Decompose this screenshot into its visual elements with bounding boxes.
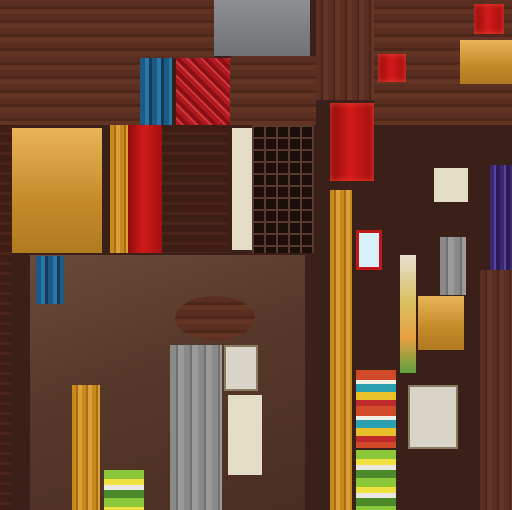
brown-panel-left-column — [0, 125, 12, 510]
tag-card-right — [434, 168, 468, 202]
amber-window-panel — [12, 128, 102, 253]
red-lamp-square-1 — [474, 4, 504, 34]
red-curtain — [128, 125, 162, 253]
gold-wood-column — [110, 125, 128, 253]
wood-column-top — [316, 0, 374, 100]
light-panel-blue — [356, 230, 382, 270]
cream-note-sign — [228, 395, 262, 475]
red-lamp-square-2 — [378, 54, 406, 82]
green-poster-bottom-left — [104, 470, 144, 510]
red-books-stack — [176, 58, 230, 125]
blue-books-stack — [140, 58, 172, 125]
stone-slab-top — [214, 0, 310, 56]
gold-column-center — [330, 190, 352, 510]
dark-brown-panel — [162, 125, 228, 253]
rainbow-strip — [400, 255, 416, 373]
note-board-right — [408, 385, 458, 449]
cream-lights-column — [232, 128, 252, 250]
wood-panel-center-top — [230, 56, 316, 125]
metal-door — [170, 345, 222, 510]
red-door-panel — [330, 103, 374, 181]
texture-atlas — [0, 0, 512, 510]
gold-crate-top-right — [460, 40, 512, 84]
small-box-right — [440, 237, 466, 295]
wood-floor-right — [480, 270, 512, 510]
purple-shelf-right — [490, 165, 512, 270]
shelf-small-top — [140, 0, 214, 58]
blue-books-left — [36, 256, 64, 304]
wood-wall-top-left — [0, 0, 140, 125]
gold-pillar-left — [72, 385, 100, 510]
poster-stack-red-teal — [356, 370, 396, 448]
rug-oval — [175, 296, 255, 340]
gold-crate-middle — [418, 296, 464, 350]
dark-window-grid — [252, 125, 314, 253]
poster-stack-green — [356, 450, 396, 510]
cream-note-small — [224, 345, 258, 391]
